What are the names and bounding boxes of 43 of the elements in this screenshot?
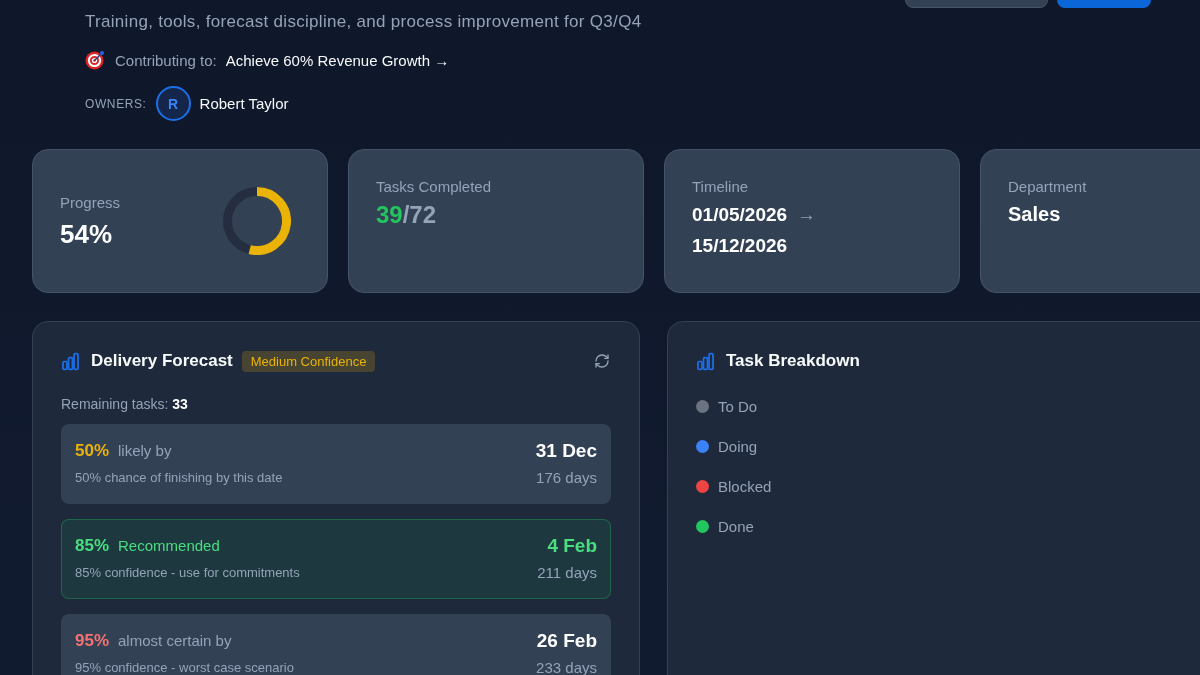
panel-title: Task Breakdown — [726, 351, 860, 371]
forecast-date: 26 Feb — [536, 630, 597, 652]
forecast-percent: 85% — [75, 535, 110, 557]
owners-label: OWNERS: — [85, 96, 147, 111]
confidence-badge: Medium Confidence — [241, 350, 376, 372]
goal-link[interactable]: Achieve 60% Revenue Growth → — [225, 51, 450, 69]
forecast-percent: 50% — [75, 440, 110, 462]
end-date: 15/12/2026 — [692, 234, 789, 258]
forecast-date: 4 Feb — [547, 535, 597, 557]
forecast-label: almost certain by — [118, 631, 232, 651]
forecast-percent: 95% — [75, 630, 110, 652]
forecast-days: 211 days — [537, 564, 597, 581]
total-count: /72 — [402, 200, 437, 230]
department-value: Sales — [1008, 202, 1062, 227]
forecast-note: 85% confidence - use for commitments — [75, 564, 300, 581]
forecast-days: 176 days — [536, 469, 597, 486]
stat-label: Timeline — [692, 177, 750, 197]
legend-label: Done — [718, 517, 754, 535]
forecast-note: 50% chance of finishing by this date — [75, 469, 283, 486]
forecast-note: 95% confidence - worst case scenario — [75, 659, 294, 675]
completed-count: 39 — [376, 200, 403, 230]
legend-label: To Do — [718, 397, 758, 415]
forecast-date: 31 Dec — [535, 440, 597, 462]
owner-name: Robert Taylor — [199, 95, 289, 112]
project-description: Training, tools, forecast discipline, and process improvement for Q3/Q4 — [85, 11, 642, 33]
stat-label: Progress — [60, 192, 121, 213]
forecast-label: likely by — [118, 441, 172, 461]
start-date: 01/05/2026 — [692, 203, 788, 227]
arrow-icon: → — [797, 199, 817, 230]
stat-label: Department — [1008, 177, 1088, 197]
target-icon — [85, 50, 105, 70]
owner-avatar: R — [155, 86, 191, 121]
stat-label: Tasks Completed — [376, 177, 493, 197]
bar-chart-icon — [696, 351, 715, 371]
progress-value: 54% — [60, 217, 114, 250]
forecast-label: Recommended — [118, 536, 220, 556]
panel-title: Delivery Forecast — [91, 351, 233, 371]
legend-label: Doing — [718, 437, 758, 455]
remaining-tasks: Remaining tasks: 33 — [61, 395, 189, 414]
contributing-label: Contributing to: — [115, 51, 217, 69]
legend-label: Blocked — [718, 477, 772, 495]
bar-chart-icon — [61, 351, 80, 371]
refresh-icon[interactable] — [594, 353, 610, 369]
